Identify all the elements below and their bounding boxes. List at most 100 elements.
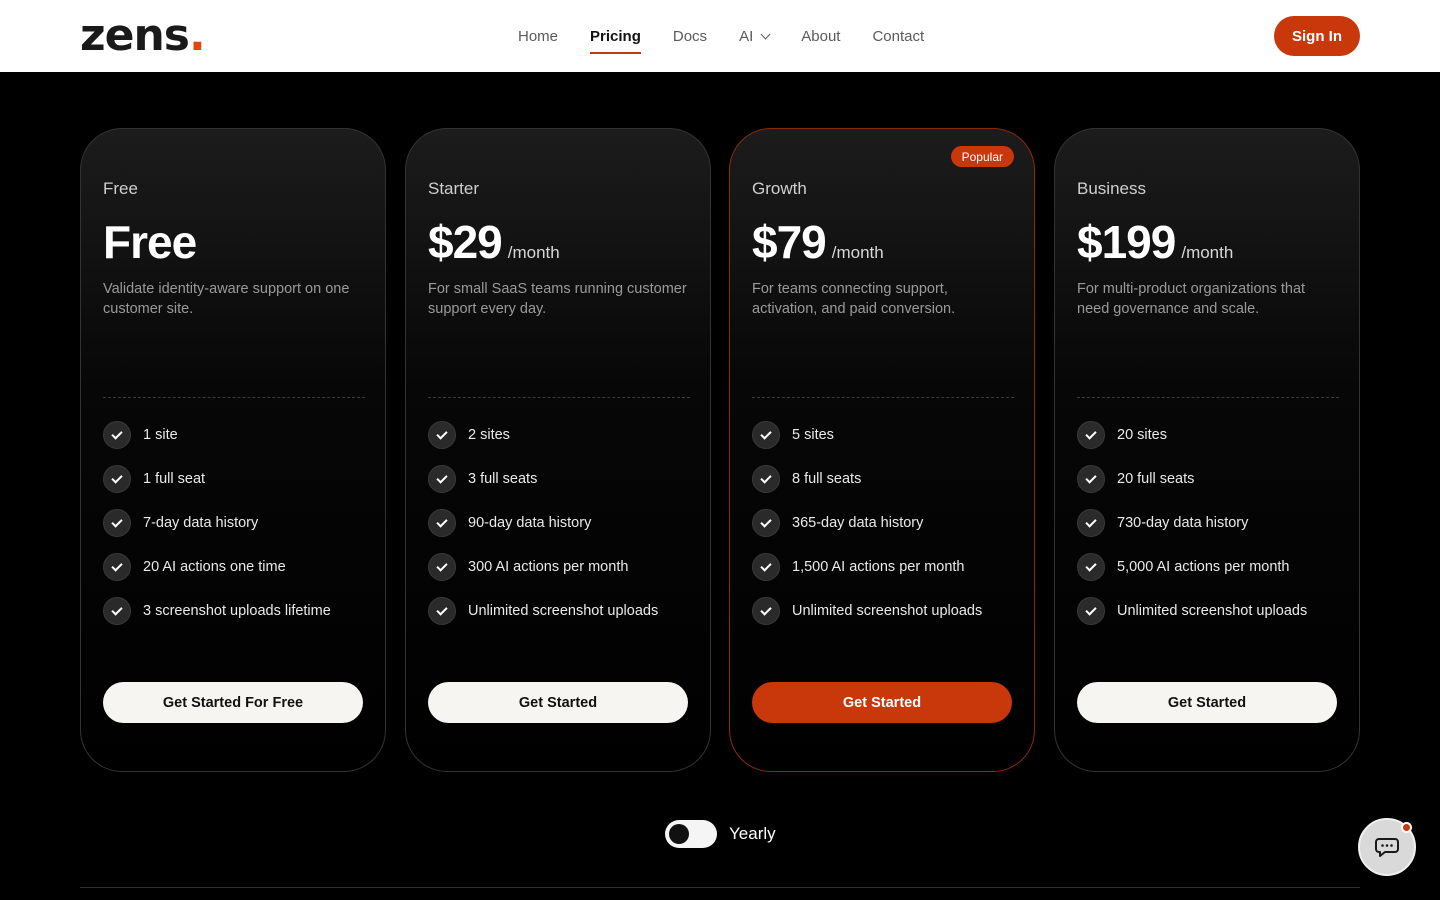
feature-item: 2 sites xyxy=(428,413,690,457)
check-icon xyxy=(103,421,131,449)
feature-item: 20 full seats xyxy=(1077,457,1339,501)
popular-badge: Popular xyxy=(950,146,1014,167)
toggle-knob xyxy=(669,824,689,844)
check-icon xyxy=(752,465,780,493)
price-row: $29 /month xyxy=(428,215,560,269)
check-icon xyxy=(1077,553,1105,581)
plan-description: Validate identity-aware support on one c… xyxy=(103,281,350,317)
plan-card-business: Business $199 /month For multi-product o… xyxy=(1054,128,1360,772)
check-icon xyxy=(428,421,456,449)
logo[interactable]: zens. xyxy=(80,14,206,58)
feature-text: 300 AI actions per month xyxy=(468,559,629,575)
check-icon xyxy=(428,465,456,493)
plan-price: $199 xyxy=(1077,216,1176,268)
price-period: /month xyxy=(1181,243,1234,262)
feature-list: 1 site 1 full seat 7-day data history 20… xyxy=(103,413,365,633)
main-nav: Home Pricing Docs AI About Contact xyxy=(518,0,956,72)
nav-pricing[interactable]: Pricing xyxy=(590,0,641,72)
sign-in-button[interactable]: Sign In xyxy=(1274,16,1360,56)
feature-text: 20 AI actions one time xyxy=(143,559,286,575)
nav-home[interactable]: Home xyxy=(518,0,558,72)
price-row: Free xyxy=(103,215,202,269)
logo-dot: . xyxy=(188,10,206,61)
plan-description: For teams connecting support, activation… xyxy=(752,281,956,317)
feature-item: 90-day data history xyxy=(428,501,690,545)
feature-text: 7-day data history xyxy=(143,515,259,531)
chevron-down-icon xyxy=(760,29,771,39)
feature-item: 3 screenshot uploads lifetime xyxy=(103,589,365,633)
feature-item: 7-day data history xyxy=(103,501,365,545)
divider xyxy=(1077,397,1339,398)
feature-text: 365-day data history xyxy=(792,515,924,531)
check-icon xyxy=(752,509,780,537)
check-icon xyxy=(103,553,131,581)
nav-ai[interactable]: AI xyxy=(739,0,771,72)
get-started-business-button[interactable]: Get Started xyxy=(1077,682,1337,723)
feature-item: 1,500 AI actions per month xyxy=(752,545,1014,589)
chat-bubble-icon xyxy=(1375,838,1399,857)
feature-text: 20 sites xyxy=(1117,427,1167,443)
footer-divider xyxy=(80,887,1360,888)
feature-item: 20 AI actions one time xyxy=(103,545,365,589)
price-period: /month xyxy=(831,243,884,262)
price-row: $79 /month xyxy=(752,215,884,269)
feature-text: 2 sites xyxy=(468,427,510,443)
feature-text: 730-day data history xyxy=(1117,515,1249,531)
yearly-label: Yearly xyxy=(729,824,776,843)
feature-text: Unlimited screenshot uploads xyxy=(792,603,983,619)
feature-item: 1 full seat xyxy=(103,457,365,501)
feature-list: 2 sites 3 full seats 90-day data history… xyxy=(428,413,690,633)
get-started-free-button[interactable]: Get Started For Free xyxy=(103,682,363,723)
check-icon xyxy=(1077,421,1105,449)
get-started-growth-button[interactable]: Get Started xyxy=(752,682,1012,723)
feature-text: 3 screenshot uploads lifetime xyxy=(143,603,331,619)
check-icon xyxy=(1077,509,1105,537)
feature-text: 3 full seats xyxy=(468,471,538,487)
feature-list: 5 sites 8 full seats 365-day data histor… xyxy=(752,413,1014,633)
feature-text: 20 full seats xyxy=(1117,471,1195,487)
check-icon xyxy=(428,553,456,581)
nav-contact[interactable]: Contact xyxy=(872,0,924,72)
check-icon xyxy=(103,509,131,537)
feature-text: Unlimited screenshot uploads xyxy=(1117,603,1308,619)
check-icon xyxy=(103,465,131,493)
check-icon xyxy=(428,597,456,625)
feature-item: Unlimited screenshot uploads xyxy=(752,589,1014,633)
plan-description: For multi-product organizations that nee… xyxy=(1077,281,1306,317)
feature-list: 20 sites 20 full seats 730-day data hist… xyxy=(1077,413,1339,633)
feature-item: Unlimited screenshot uploads xyxy=(1077,589,1339,633)
check-icon xyxy=(752,597,780,625)
nav-contact-label: Contact xyxy=(872,27,925,45)
feature-text: 5 sites xyxy=(792,427,834,443)
get-started-starter-button[interactable]: Get Started xyxy=(428,682,688,723)
plan-description: For small SaaS teams running customer su… xyxy=(428,281,687,317)
feature-text: 8 full seats xyxy=(792,471,862,487)
feature-item: 1 site xyxy=(103,413,365,457)
yearly-toggle[interactable] xyxy=(665,820,717,848)
feature-text: 5,000 AI actions per month xyxy=(1117,559,1290,575)
check-icon xyxy=(428,509,456,537)
check-icon xyxy=(1077,597,1105,625)
feature-item: 300 AI actions per month xyxy=(428,545,690,589)
nav-home-label: Home xyxy=(518,27,559,45)
notification-dot xyxy=(1401,822,1412,833)
feature-text: 1 full seat xyxy=(143,471,206,487)
plan-price: $79 xyxy=(752,216,827,268)
feature-text: 1 site xyxy=(143,427,178,443)
feature-item: 730-day data history xyxy=(1077,501,1339,545)
nav-ai-label: AI xyxy=(739,27,754,45)
divider xyxy=(752,397,1014,398)
price-period: /month xyxy=(507,243,560,262)
plan-name: Growth xyxy=(752,179,807,198)
plan-price: $29 xyxy=(428,216,503,268)
nav-about-label: About xyxy=(801,27,841,45)
plan-name: Starter xyxy=(428,179,480,198)
check-icon xyxy=(103,597,131,625)
feature-text: 1,500 AI actions per month xyxy=(792,559,965,575)
nav-docs[interactable]: Docs xyxy=(673,0,707,72)
feature-item: 8 full seats xyxy=(752,457,1014,501)
nav-about[interactable]: About xyxy=(801,0,840,72)
check-icon xyxy=(752,421,780,449)
feature-item: 365-day data history xyxy=(752,501,1014,545)
plan-name: Business xyxy=(1077,179,1146,198)
